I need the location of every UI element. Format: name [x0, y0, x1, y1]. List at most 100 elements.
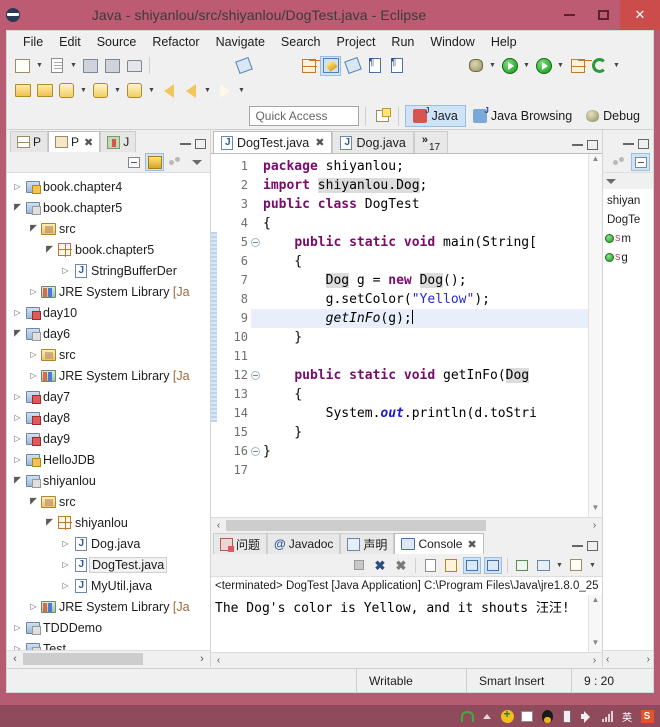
code-line[interactable]: getInFo(g); [251, 309, 588, 328]
outline-item[interactable]: Sg [603, 248, 653, 267]
open-type-icon[interactable] [320, 55, 341, 76]
flag-icon[interactable] [520, 709, 534, 723]
twisty-collapsed-icon[interactable]: ▷ [59, 581, 72, 590]
tree-item[interactable]: ▷ StringBufferDer [7, 260, 210, 281]
tree-item[interactable]: ▷ book.chapter4 [7, 176, 210, 197]
outline-maximize-icon[interactable] [638, 139, 649, 149]
show-print-margin-icon[interactable] [386, 56, 407, 76]
display-selected-console-icon[interactable] [534, 557, 552, 574]
open-perspective-icon[interactable] [372, 106, 392, 126]
view-tab-package-presentation[interactable]: P [10, 131, 49, 152]
save-all-icon[interactable] [102, 56, 123, 76]
view-menu-dots-icon[interactable] [166, 153, 185, 171]
open-folder-icon[interactable] [34, 81, 55, 101]
tree-item[interactable]: ▷ JRE System Library [Ja [7, 281, 210, 302]
twisty-expanded-icon[interactable]: ◢ [11, 328, 24, 339]
twisty-collapsed-icon[interactable]: ▷ [59, 560, 72, 569]
hscroll-left-icon[interactable]: ‹ [7, 653, 23, 665]
outline-item[interactable]: shiyan [603, 191, 653, 210]
perspective-java[interactable]: Java [405, 105, 466, 127]
new-dropdown-icon[interactable]: ▼ [34, 56, 45, 76]
minimize-button[interactable] [552, 0, 586, 30]
show-hidden-icons-icon[interactable] [480, 709, 494, 723]
tree-item[interactable]: ▷ TDDDemo [7, 617, 210, 638]
twisty-collapsed-icon[interactable]: ▷ [11, 413, 24, 422]
debug-dropdown-icon[interactable]: ▼ [487, 56, 498, 76]
signal-icon[interactable] [600, 709, 614, 723]
back-history-icon[interactable] [158, 81, 179, 101]
code-line[interactable]: } [263, 442, 588, 461]
package-explorer-tree[interactable]: ▷ book.chapter4 ◢ book.chapter5 ◢ src ◢ book.ch… [7, 173, 210, 650]
volume-icon[interactable] [580, 709, 594, 723]
tree-item[interactable]: ▷ MyUtil.java [7, 575, 210, 596]
hscroll-right-icon[interactable]: › [194, 653, 210, 665]
twisty-collapsed-icon[interactable]: ▷ [27, 287, 40, 296]
tree-item[interactable]: ◢ book.chapter5 [7, 197, 210, 218]
perspective-debug[interactable]: Debug [579, 105, 647, 127]
menu-navigate[interactable]: Navigate [208, 33, 273, 51]
next-dropdown-icon[interactable]: ▼ [146, 81, 157, 101]
tree-item[interactable]: ▷ day9 [7, 428, 210, 449]
menu-file[interactable]: File [15, 33, 51, 51]
toggle-mark-occurrences-icon[interactable] [233, 56, 254, 76]
code-line[interactable] [263, 347, 588, 366]
next-annotation-icon[interactable] [124, 81, 145, 101]
close-button[interactable]: ✕ [620, 0, 660, 30]
twisty-expanded-icon[interactable]: ◢ [43, 244, 56, 255]
editor-maximize-icon[interactable] [587, 140, 598, 150]
editor-scroll-up-icon[interactable]: ▲ [589, 154, 602, 168]
menu-run[interactable]: Run [383, 33, 422, 51]
twisty-expanded-icon[interactable]: ◢ [27, 496, 40, 507]
show-whitespace-icon[interactable] [364, 56, 385, 76]
twisty-collapsed-icon[interactable]: ▷ [11, 392, 24, 401]
tree-item[interactable]: ◢ shiyanlou [7, 470, 210, 491]
twisty-collapsed-icon[interactable]: ▷ [11, 455, 24, 464]
new-wizard-icon[interactable] [12, 56, 33, 76]
editor-hscroll-left-icon[interactable]: ‹ [211, 520, 226, 531]
code-line[interactable]: g.setColor("Yellow"); [263, 290, 588, 309]
perspective-java-browsing[interactable]: Java Browsing [466, 105, 579, 127]
hscroll-thumb[interactable] [23, 653, 143, 665]
new-class-dropdown-icon[interactable]: ▼ [68, 56, 79, 76]
menu-help[interactable]: Help [483, 33, 525, 51]
new-package-icon[interactable] [567, 56, 588, 76]
previous-annotation-icon[interactable] [90, 81, 111, 101]
twisty-collapsed-icon[interactable]: ▷ [27, 350, 40, 359]
back-icon[interactable] [180, 81, 201, 101]
twisty-expanded-icon[interactable]: ◢ [27, 223, 40, 234]
run-icon[interactable] [499, 56, 520, 76]
run-external-tools-icon[interactable] [533, 56, 554, 76]
console-tab-close-icon[interactable]: ✖ [467, 538, 476, 551]
tree-item[interactable]: ▷ src [7, 344, 210, 365]
code-line[interactable]: import shiyanlou.Dog; [263, 176, 588, 195]
remove-all-terminated-icon[interactable]: ✖ [392, 557, 410, 574]
outline-item[interactable]: Sm [603, 229, 653, 248]
twisty-collapsed-icon[interactable]: ▷ [11, 434, 24, 443]
wifi-icon[interactable] [460, 709, 474, 723]
outline-tree[interactable]: shiyan DogTe Sm Sg [603, 189, 653, 650]
twisty-collapsed-icon[interactable]: ▷ [59, 266, 72, 275]
code-line[interactable]: public class DogTest [263, 195, 588, 214]
sogou-icon[interactable]: S [640, 709, 654, 723]
twisty-expanded-icon[interactable]: ◢ [11, 202, 24, 213]
console-scroll-down-icon[interactable]: ▼ [589, 638, 602, 652]
save-icon[interactable] [80, 56, 101, 76]
console-vscrollbar[interactable]: ▲ ▼ [588, 595, 602, 652]
console-hscroll-left-icon[interactable]: ‹ [211, 655, 226, 666]
editor-minimize-icon[interactable] [572, 144, 583, 146]
quick-access-input[interactable]: Quick Access [249, 106, 360, 126]
tree-item[interactable]: ▷ DogTest.java [7, 554, 210, 575]
code-line[interactable]: System.out.println(d.toStri [263, 404, 588, 423]
clear-console-icon[interactable] [421, 557, 439, 574]
editor-code-area[interactable]: package shiyanlou; import shiyanlou.Dog; p… [251, 154, 588, 517]
tree-item[interactable]: ◢ book.chapter5 [7, 239, 210, 260]
view-menu-icon[interactable] [187, 153, 206, 171]
view-tab-package-explorer[interactable]: P ✖ [48, 131, 101, 152]
sort-icon[interactable] [610, 153, 629, 171]
package-explorer-minimize-icon[interactable] [180, 143, 191, 145]
code-line[interactable]: } [263, 328, 588, 347]
scroll-lock-icon[interactable] [442, 557, 460, 574]
code-line[interactable]: Dog g = new Dog(); [263, 271, 588, 290]
tree-item[interactable]: ▷ day10 [7, 302, 210, 323]
tree-item[interactable]: ◢ src [7, 491, 210, 512]
